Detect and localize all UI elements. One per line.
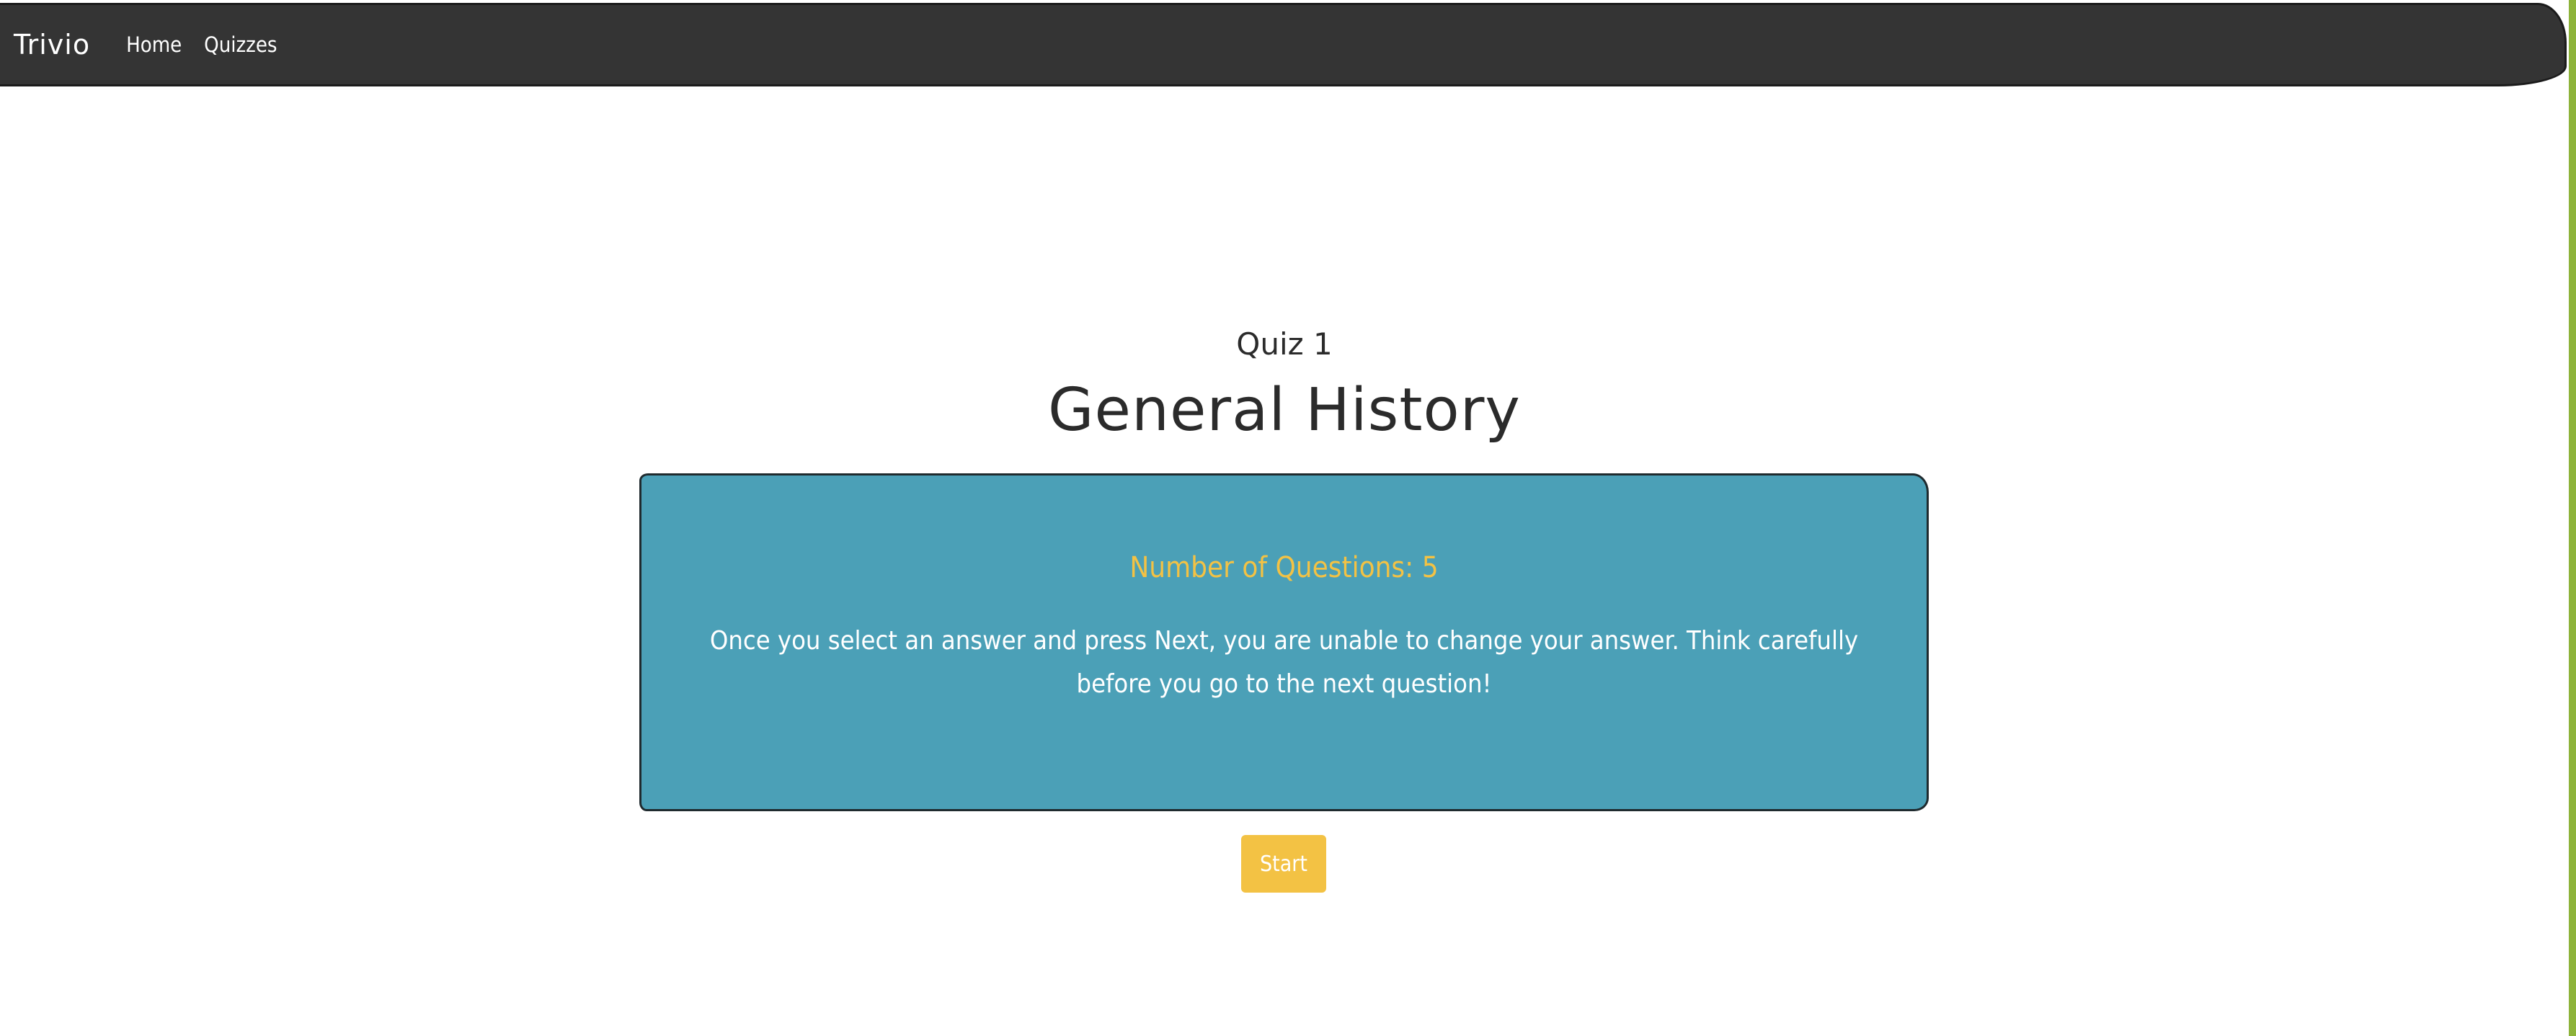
brand-logo-text[interactable]: Trivio — [14, 29, 90, 61]
quiz-number-label: Quiz 1 — [1236, 326, 1333, 362]
nav-link-home[interactable]: Home — [126, 32, 182, 57]
right-edge-accent — [2569, 0, 2576, 1036]
quiz-instructions: Once you select an answer and press Next… — [709, 626, 1859, 699]
quiz-intro-page: Trivio Home Quizzes Quiz 1 General Histo… — [0, 0, 2576, 1036]
start-button[interactable]: Start — [1241, 835, 1326, 893]
top-navbar: Trivio Home Quizzes — [0, 3, 2567, 86]
quiz-info-card: Number of Questions: 5 Once you select a… — [639, 473, 1929, 811]
question-count: Number of Questions: 5 — [1129, 551, 1439, 584]
nav-link-quizzes[interactable]: Quizzes — [204, 32, 277, 57]
quiz-title: General History — [1048, 376, 1521, 445]
